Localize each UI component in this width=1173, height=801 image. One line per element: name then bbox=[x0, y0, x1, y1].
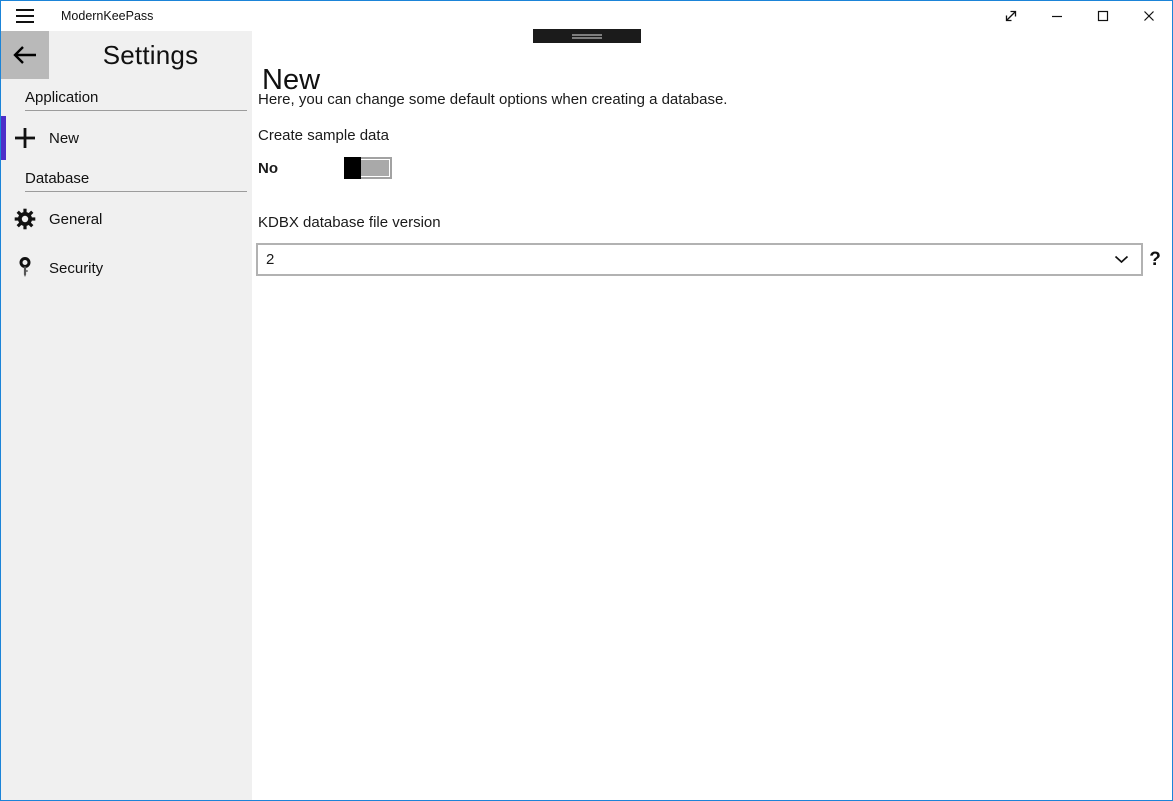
help-button[interactable]: ? bbox=[1143, 249, 1167, 271]
combobox-selected-value: 2 bbox=[266, 251, 1114, 268]
back-arrow-icon bbox=[12, 44, 38, 66]
drag-handle[interactable] bbox=[533, 29, 641, 43]
kdbx-version-combobox[interactable]: 2 bbox=[256, 243, 1143, 276]
toggle-knob[interactable] bbox=[344, 157, 361, 179]
hamburger-icon bbox=[16, 9, 34, 23]
create-sample-data-label: Create sample data bbox=[258, 127, 389, 144]
accent-bar bbox=[1, 197, 6, 241]
minimize-button[interactable] bbox=[1034, 1, 1080, 31]
kdbx-version-label: KDBX database file version bbox=[258, 214, 441, 231]
maximize-button[interactable] bbox=[1080, 1, 1126, 31]
chevron-down-icon bbox=[1114, 255, 1129, 264]
sidebar-item-label: Security bbox=[49, 260, 103, 277]
create-sample-data-row: No bbox=[258, 156, 278, 180]
settings-page-new: New Here, you can change some default op… bbox=[252, 31, 1172, 800]
section-header-application: Application bbox=[25, 89, 247, 111]
plus-icon bbox=[1, 128, 49, 148]
settings-sidebar: Settings Application New Database bbox=[1, 31, 252, 800]
fullscreen-button[interactable] bbox=[988, 1, 1034, 31]
titlebar: ModernKeePass bbox=[1, 1, 1172, 31]
fullscreen-diagonal-arrow-icon bbox=[1004, 9, 1018, 23]
sidebar-item-label: New bbox=[49, 130, 79, 147]
minimize-icon bbox=[1051, 10, 1063, 22]
kdbx-version-row: 2 ? bbox=[256, 243, 1167, 276]
toggle-state-label: No bbox=[258, 160, 278, 177]
sidebar-item-new[interactable]: New bbox=[1, 116, 252, 160]
sidebar-title: Settings bbox=[49, 31, 252, 79]
section-header-database: Database bbox=[25, 170, 247, 192]
sidebar-item-label: General bbox=[49, 211, 102, 228]
sidebar-item-security[interactable]: Security bbox=[1, 246, 252, 290]
gear-icon bbox=[1, 208, 49, 230]
maximize-icon bbox=[1097, 10, 1109, 22]
app-title: ModernKeePass bbox=[49, 1, 153, 31]
titlebar-spacer bbox=[153, 1, 988, 31]
selected-accent-bar bbox=[1, 116, 6, 160]
accent-bar bbox=[1, 246, 6, 290]
back-button[interactable] bbox=[1, 31, 49, 79]
hamburger-menu-button[interactable] bbox=[1, 1, 49, 31]
app-window: ModernKeePass bbox=[0, 0, 1173, 801]
key-icon bbox=[1, 257, 49, 279]
page-description: Here, you can change some default option… bbox=[258, 91, 727, 108]
sidebar-item-general[interactable]: General bbox=[1, 197, 252, 241]
close-icon bbox=[1143, 10, 1155, 22]
create-sample-data-toggle[interactable] bbox=[344, 157, 392, 179]
close-button[interactable] bbox=[1126, 1, 1172, 31]
